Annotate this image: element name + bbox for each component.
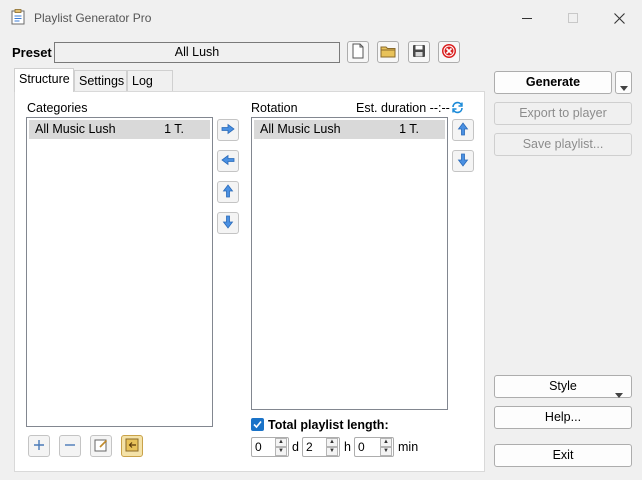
- chevron-down-icon: [620, 80, 628, 94]
- days-unit: d: [292, 440, 299, 454]
- rotation-move-down-button[interactable]: [452, 150, 474, 172]
- window-title: Playlist Generator Pro: [34, 11, 152, 25]
- export-button[interactable]: Export to player: [494, 102, 632, 125]
- rotation-label: Rotation: [251, 101, 298, 115]
- chevron-down-icon: [615, 384, 623, 405]
- spin-down-icon[interactable]: ▼: [326, 447, 338, 456]
- remove-category-button[interactable]: [59, 435, 81, 457]
- app-icon: [11, 9, 25, 25]
- list-item[interactable]: All Music Lush 1 T.: [29, 120, 210, 139]
- maximize-icon[interactable]: [550, 4, 596, 32]
- save-icon: [412, 44, 426, 61]
- category-name: All Music Lush: [35, 122, 116, 136]
- arrow-right-icon: [221, 123, 235, 138]
- minutes-value: 0: [358, 440, 365, 454]
- help-button[interactable]: Help...: [494, 406, 632, 429]
- hours-value: 2: [306, 440, 313, 454]
- category-move-down-button[interactable]: [217, 212, 239, 234]
- add-category-button[interactable]: [28, 435, 50, 457]
- total-length-checkbox[interactable]: [251, 418, 264, 431]
- exit-button[interactable]: Exit: [494, 444, 632, 467]
- rotation-item-name: All Music Lush: [260, 122, 341, 136]
- days-value: 0: [255, 440, 262, 454]
- estimated-duration: Est. duration --:--: [356, 101, 450, 115]
- arrow-up-icon: [222, 183, 234, 201]
- minutes-unit: min: [398, 440, 419, 454]
- tab-log[interactable]: Log: [127, 70, 173, 92]
- rotation-item-count: 1 T.: [399, 122, 419, 136]
- spin-up-icon[interactable]: ▲: [275, 438, 287, 447]
- spin-up-icon[interactable]: ▲: [380, 438, 392, 447]
- delete-icon: [441, 43, 457, 62]
- open-preset-button[interactable]: [377, 41, 399, 63]
- hours-unit: h: [344, 440, 351, 454]
- spin-down-icon[interactable]: ▼: [380, 447, 392, 456]
- spin-up-icon[interactable]: ▲: [326, 438, 338, 447]
- arrow-down-icon: [457, 153, 469, 170]
- checkmark-icon: [253, 420, 262, 429]
- save-preset-button[interactable]: [408, 41, 430, 63]
- delete-preset-button[interactable]: [438, 41, 460, 63]
- new-document-icon: [351, 43, 365, 62]
- add-to-rotation-button[interactable]: [217, 119, 239, 141]
- tab-settings[interactable]: Settings: [74, 70, 127, 92]
- close-icon[interactable]: [596, 4, 642, 32]
- category-count: 1 T.: [164, 122, 184, 136]
- style-label: Style: [549, 379, 577, 393]
- style-dropdown[interactable]: Style: [494, 375, 632, 398]
- generate-button[interactable]: Generate: [494, 71, 612, 94]
- title-bar: Playlist Generator Pro: [0, 0, 642, 36]
- spin-down-icon[interactable]: ▼: [275, 447, 287, 456]
- preset-label: Preset: [12, 45, 52, 60]
- categories-label: Categories: [27, 101, 88, 115]
- rotation-move-up-button[interactable]: [452, 119, 474, 141]
- generate-options-button[interactable]: [615, 71, 632, 94]
- category-move-up-button[interactable]: [217, 181, 239, 203]
- hours-spinner[interactable]: 2 ▲ ▼: [302, 437, 340, 457]
- preset-field[interactable]: All Lush: [54, 42, 340, 63]
- refresh-icon[interactable]: [451, 101, 464, 117]
- arrow-left-icon: [221, 154, 235, 169]
- plus-icon: [33, 439, 45, 454]
- remove-from-rotation-button[interactable]: [217, 150, 239, 172]
- minimize-icon[interactable]: [504, 4, 550, 32]
- new-preset-button[interactable]: [347, 41, 369, 63]
- categories-list[interactable]: All Music Lush 1 T.: [26, 117, 213, 427]
- list-item[interactable]: All Music Lush 1 T.: [254, 120, 445, 139]
- total-length-label: Total playlist length:: [268, 418, 389, 432]
- edit-category-button[interactable]: [90, 435, 112, 457]
- days-spinner[interactable]: 0 ▲ ▼: [251, 437, 289, 457]
- edit-icon: [94, 438, 108, 455]
- folder-icon: [380, 44, 396, 61]
- import-category-button[interactable]: [121, 435, 143, 457]
- save-playlist-button[interactable]: Save playlist...: [494, 133, 632, 156]
- tab-structure[interactable]: Structure: [14, 68, 74, 92]
- arrow-up-icon: [457, 121, 469, 139]
- minus-icon: [64, 439, 76, 454]
- rotation-list[interactable]: All Music Lush 1 T.: [251, 117, 448, 410]
- minutes-spinner[interactable]: 0 ▲ ▼: [354, 437, 394, 457]
- arrow-down-icon: [222, 215, 234, 232]
- import-icon: [125, 438, 139, 455]
